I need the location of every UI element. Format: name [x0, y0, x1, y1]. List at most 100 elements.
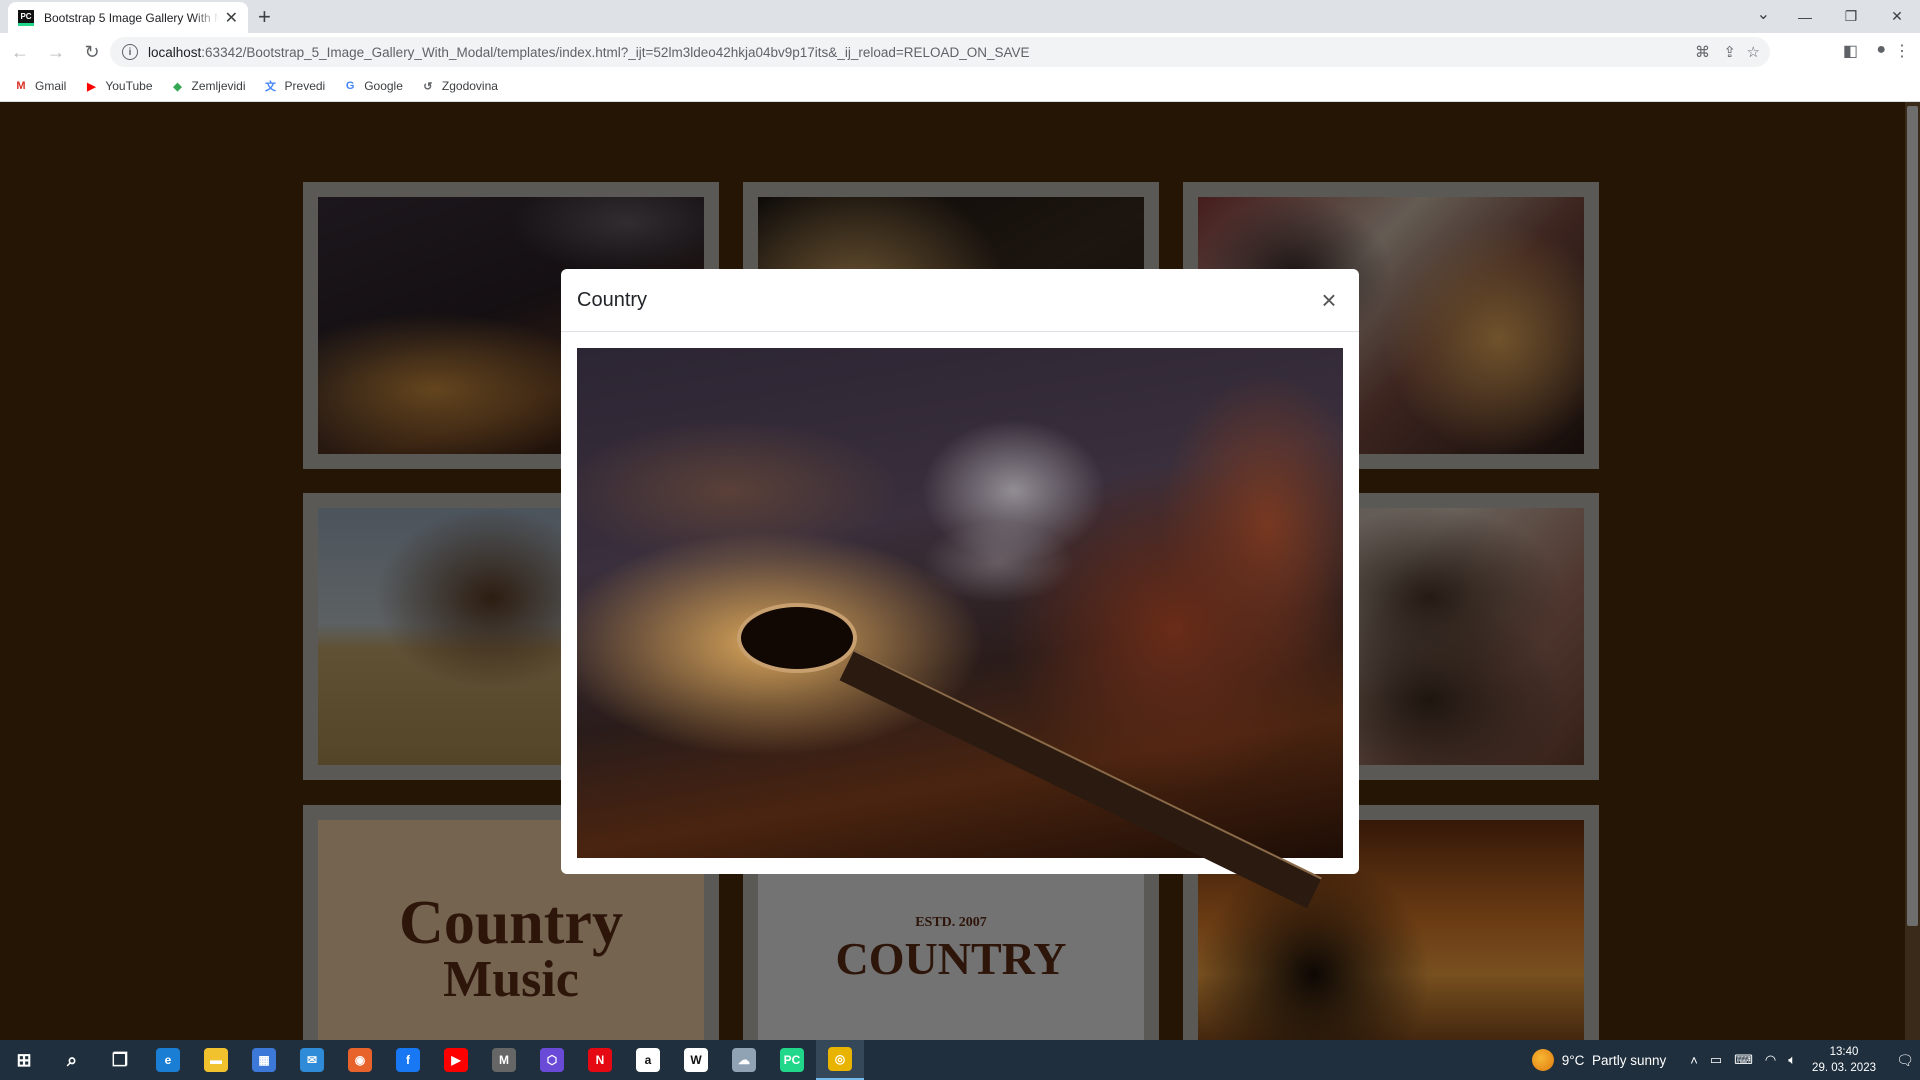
- show-hidden-icons-icon[interactable]: ˄: [1690, 1053, 1698, 1068]
- bookmark-zgodovina[interactable]: ↺ Zgodovina: [421, 79, 498, 93]
- amazon-taskbar-button[interactable]: a: [624, 1040, 672, 1080]
- bookmark-gmail[interactable]: M Gmail: [14, 79, 66, 93]
- modal-close-button[interactable]: ×: [1315, 285, 1343, 315]
- browser-tab[interactable]: PC Bootstrap 5 Image Gallery With Modal …: [8, 2, 248, 33]
- maps-icon: ◆: [173, 80, 182, 93]
- mail-taskbar-button[interactable]: ✉: [288, 1040, 336, 1080]
- store-icon: ▦: [252, 1048, 276, 1072]
- google-icon: G: [345, 80, 355, 92]
- pycharm-icon: PC: [780, 1048, 804, 1072]
- wikipedia-taskbar-button[interactable]: W: [672, 1040, 720, 1080]
- close-window-button[interactable]: ✕: [1874, 0, 1920, 33]
- firefox-icon: ◉: [348, 1048, 372, 1072]
- reload-button[interactable]: ↻: [76, 36, 108, 68]
- bookmark-youtube[interactable]: ▶ YouTube: [84, 79, 152, 93]
- app-cloud-icon: ☁: [732, 1048, 756, 1072]
- scrollbar-thumb[interactable]: [1907, 106, 1918, 926]
- side-panel-icon[interactable]: ◧: [1843, 41, 1858, 61]
- app-cloud-taskbar-button[interactable]: ☁: [720, 1040, 768, 1080]
- tab-strip: PC Bootstrap 5 Image Gallery With Modal …: [0, 0, 1920, 33]
- address-bar[interactable]: i localhost:63342/Bootstrap_5_Image_Gall…: [110, 37, 1770, 67]
- bookmark-label: Google: [364, 79, 403, 93]
- minimize-button[interactable]: —: [1782, 0, 1828, 33]
- forward-button[interactable]: →: [40, 36, 72, 68]
- clock-date: 29. 03. 2023: [1812, 1062, 1876, 1074]
- edge-icon: e: [156, 1048, 180, 1072]
- facebook-icon: f: [396, 1048, 420, 1072]
- store-taskbar-button[interactable]: ▦: [240, 1040, 288, 1080]
- tab-search-icon[interactable]: ⌄: [1757, 4, 1770, 24]
- profile-icon[interactable]: ●: [1876, 41, 1886, 59]
- volume-icon[interactable]: 🔈︎: [1788, 1052, 1796, 1068]
- chrome-taskbar-button[interactable]: ◎: [816, 1040, 864, 1080]
- tab-title: Bootstrap 5 Image Gallery With Modal: [44, 10, 219, 25]
- generic-app-taskbar-button[interactable]: M: [480, 1040, 528, 1080]
- taskbar-apps: ⊞ ⌕ ❐ e ▬ ▦ ✉ ◉ f ▶ M ⬡ Na W ☁ PC ◎: [0, 1040, 864, 1080]
- amazon-icon: a: [636, 1048, 660, 1072]
- clock-time: 13:40: [1829, 1046, 1859, 1058]
- browser-toolbar: ← → ↻ i localhost:63342/Bootstrap_5_Imag…: [0, 33, 1920, 71]
- file-explorer-taskbar-button[interactable]: ▬: [192, 1040, 240, 1080]
- edge-taskbar-button[interactable]: e: [144, 1040, 192, 1080]
- app-hex-icon: ⬡: [540, 1048, 564, 1072]
- new-tab-button[interactable]: +: [258, 4, 271, 30]
- bookmark-label: Zemljevidi: [191, 79, 246, 93]
- back-button[interactable]: ←: [4, 36, 36, 68]
- youtube-app-taskbar-button[interactable]: ▶: [432, 1040, 480, 1080]
- notification-icon: 🗨︎: [1896, 1051, 1914, 1068]
- netflix-icon: N: [588, 1048, 612, 1072]
- weather-sun-icon: [1531, 1049, 1554, 1071]
- firefox-taskbar-button[interactable]: ◉: [336, 1040, 384, 1080]
- guitar-soundhole: [737, 603, 857, 673]
- bookmark-label: YouTube: [105, 79, 153, 93]
- mail-icon: ✉: [300, 1048, 324, 1072]
- system-tray: 9°C Partly sunny ˄ ▭ ⌨ ◠ 🔈︎ 13:40 29. 03…: [1531, 1040, 1920, 1080]
- translate-page-icon[interactable]: ⌘: [1695, 43, 1710, 61]
- bookmark-label: Zgodovina: [441, 79, 498, 93]
- display-icon[interactable]: ▭: [1710, 1052, 1722, 1068]
- weather-temp: 9°C: [1561, 1052, 1585, 1068]
- bookmark-label: Prevedi: [284, 79, 326, 93]
- bookmark-google[interactable]: G Google: [343, 79, 403, 93]
- start-icon: ⊞: [16, 1049, 32, 1070]
- site-info-icon[interactable]: i: [122, 44, 138, 60]
- bookmark-prevedi[interactable]: 文 Prevedi: [264, 79, 326, 93]
- gmail-icon: M: [16, 80, 26, 92]
- window-controls: — ❐ ✕: [1782, 0, 1920, 33]
- restore-button[interactable]: ❐: [1828, 0, 1874, 33]
- page-scrollbar[interactable]: [1905, 102, 1920, 1040]
- modal-title: Country: [577, 288, 648, 311]
- clock[interactable]: 13:40 29. 03. 2023: [1812, 1044, 1876, 1076]
- notification-center-button[interactable]: 🗨︎: [1890, 1040, 1920, 1080]
- start-taskbar-button[interactable]: ⊞: [0, 1040, 48, 1080]
- pycharm-taskbar-button[interactable]: PC: [768, 1040, 816, 1080]
- weather-widget[interactable]: 9°C Partly sunny: [1531, 1049, 1667, 1071]
- url-path: :63342/Bootstrap_5_Image_Gallery_With_Mo…: [201, 44, 1030, 60]
- bookmark-star-icon[interactable]: ☆: [1747, 43, 1760, 61]
- bookmark-zemljevidi[interactable]: ◆ Zemljevidi: [171, 79, 246, 93]
- windows-taskbar: ⊞ ⌕ ❐ e ▬ ▦ ✉ ◉ f ▶ M ⬡ Na W ☁ PC ◎ 9°C Partly sunny ˄ ▭…: [0, 1040, 1920, 1080]
- generic-app-icon: M: [492, 1048, 516, 1072]
- weather-text: Partly sunny: [1591, 1052, 1667, 1068]
- app-hex-taskbar-button[interactable]: ⬡: [528, 1040, 576, 1080]
- menu-kebab-icon[interactable]: ⋮: [1894, 41, 1910, 61]
- wikipedia-icon: W: [684, 1048, 708, 1072]
- youtube-app-icon: ▶: [444, 1048, 468, 1072]
- bookmarks-bar: M Gmail ▶ YouTube ◆ Zemljevidi 文 Prevedi G Google…: [0, 71, 1920, 102]
- image-modal: Country ×: [561, 269, 1359, 909]
- netflix-taskbar-button[interactable]: N: [576, 1040, 624, 1080]
- file-explorer-icon: ▬: [204, 1048, 228, 1072]
- chrome-icon: ◎: [828, 1047, 852, 1071]
- task-view-taskbar-button[interactable]: ❐: [96, 1040, 144, 1080]
- facebook-taskbar-button[interactable]: f: [384, 1040, 432, 1080]
- search-taskbar-button[interactable]: ⌕: [48, 1040, 96, 1080]
- share-icon[interactable]: ⇪: [1723, 43, 1736, 61]
- task-view-icon: ❐: [111, 1049, 129, 1070]
- network-icon[interactable]: ◠: [1765, 1052, 1776, 1068]
- url-host: localhost: [148, 44, 202, 60]
- modal-image-guitar-hat-boots: [577, 348, 1343, 909]
- keyboard-icon[interactable]: ⌨: [1734, 1052, 1753, 1068]
- search-icon: ⌕: [66, 1049, 78, 1070]
- modal-header: Country ×: [561, 269, 1359, 332]
- tab-close-icon[interactable]: ✕: [225, 8, 238, 28]
